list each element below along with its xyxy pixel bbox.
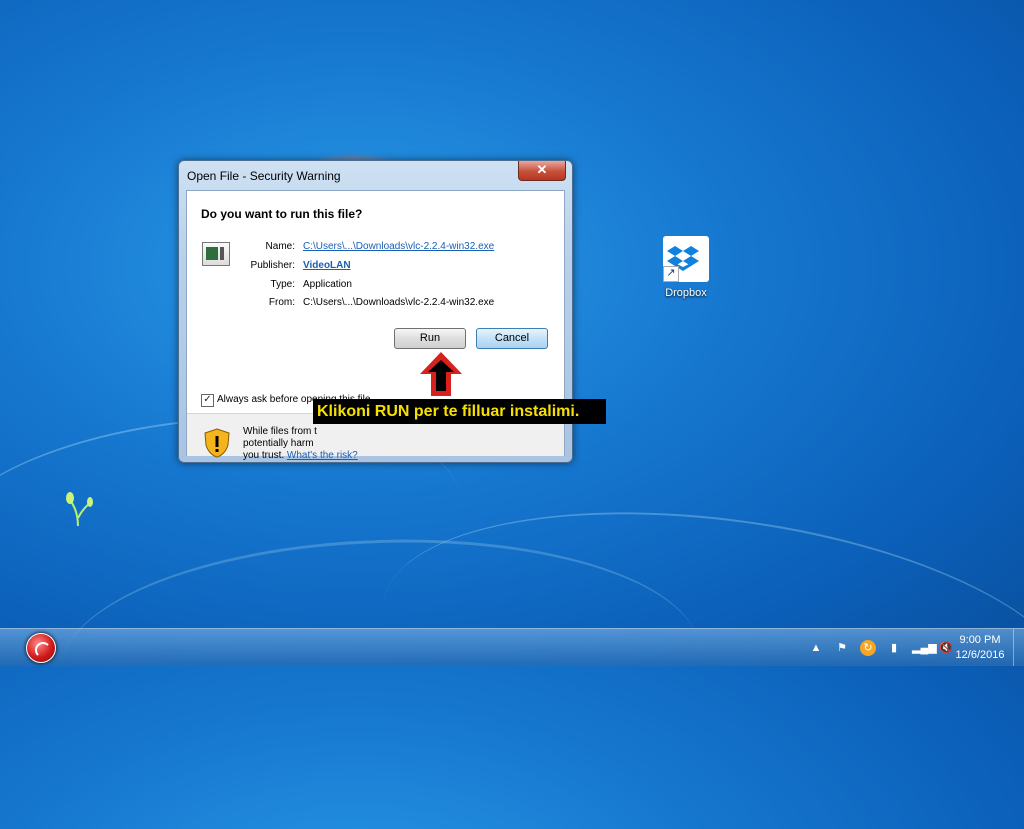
dropbox-icon: ↗ bbox=[663, 236, 709, 282]
action-center-flag-icon[interactable]: ⚑ bbox=[834, 640, 850, 656]
show-hidden-icon[interactable]: ▲ bbox=[808, 640, 824, 656]
instruction-banner: Klikoni RUN per te filluar instalimi. bbox=[313, 399, 606, 424]
show-desktop-button[interactable] bbox=[1013, 629, 1024, 666]
whats-the-risk-link[interactable]: What's the risk? bbox=[287, 450, 358, 461]
from-label: From: bbox=[268, 297, 295, 308]
type-label: Type: bbox=[270, 279, 295, 290]
from-value: C:\Users\...\Downloads\vlc-2.2.4-win32.e… bbox=[303, 297, 495, 308]
name-label: Name: bbox=[265, 241, 295, 252]
dialog-title: Open File - Security Warning bbox=[187, 169, 341, 183]
close-button[interactable]: ✕ bbox=[518, 161, 566, 181]
warning-line-2: potentially harm bbox=[243, 438, 314, 449]
shortcut-arrow-icon: ↗ bbox=[663, 266, 679, 282]
publisher-link[interactable]: VideoLAN bbox=[303, 260, 351, 271]
taskbar: ▲ ⚑ ↻ ▮ ▂▄▆ 🔇 9:00 PM 12/6/2016 bbox=[0, 628, 1024, 666]
always-ask-checkbox[interactable]: ✓ bbox=[201, 394, 214, 407]
cancel-button[interactable]: Cancel bbox=[476, 328, 548, 349]
run-button[interactable]: Run bbox=[394, 328, 466, 349]
clock[interactable]: 9:00 PM 12/6/2016 bbox=[950, 633, 1010, 663]
type-value: Application bbox=[303, 279, 352, 290]
close-icon: ✕ bbox=[536, 162, 548, 177]
shield-warning-icon bbox=[204, 428, 230, 458]
publisher-label: Publisher: bbox=[250, 260, 295, 271]
desktop-icon-label: Dropbox bbox=[665, 287, 707, 299]
clock-time: 9:00 PM bbox=[959, 634, 1001, 646]
start-button[interactable] bbox=[26, 633, 56, 663]
desktop-icon-dropbox[interactable]: ↗ Dropbox bbox=[656, 236, 716, 299]
start-orb-icon bbox=[35, 642, 51, 658]
warning-line-3: you trust. bbox=[243, 450, 285, 461]
update-icon[interactable]: ↻ bbox=[860, 640, 876, 656]
file-name-link[interactable]: C:\Users\...\Downloads\vlc-2.2.4-win32.e… bbox=[303, 241, 494, 252]
warning-text: While files from t potentially harm you … bbox=[243, 426, 553, 462]
network-signal-icon[interactable]: ▂▄▆ bbox=[912, 640, 937, 656]
dialog-question: Do you want to run this file? bbox=[201, 207, 363, 221]
system-tray: ▲ ⚑ ↻ ▮ ▂▄▆ 🔇 bbox=[808, 639, 954, 657]
clock-date: 12/6/2016 bbox=[955, 649, 1005, 661]
battery-icon[interactable]: ▮ bbox=[886, 640, 902, 656]
warning-line-1: While files from t bbox=[243, 426, 317, 437]
wallpaper-sprout bbox=[66, 492, 93, 527]
up-arrow-annotation-icon bbox=[420, 352, 462, 396]
